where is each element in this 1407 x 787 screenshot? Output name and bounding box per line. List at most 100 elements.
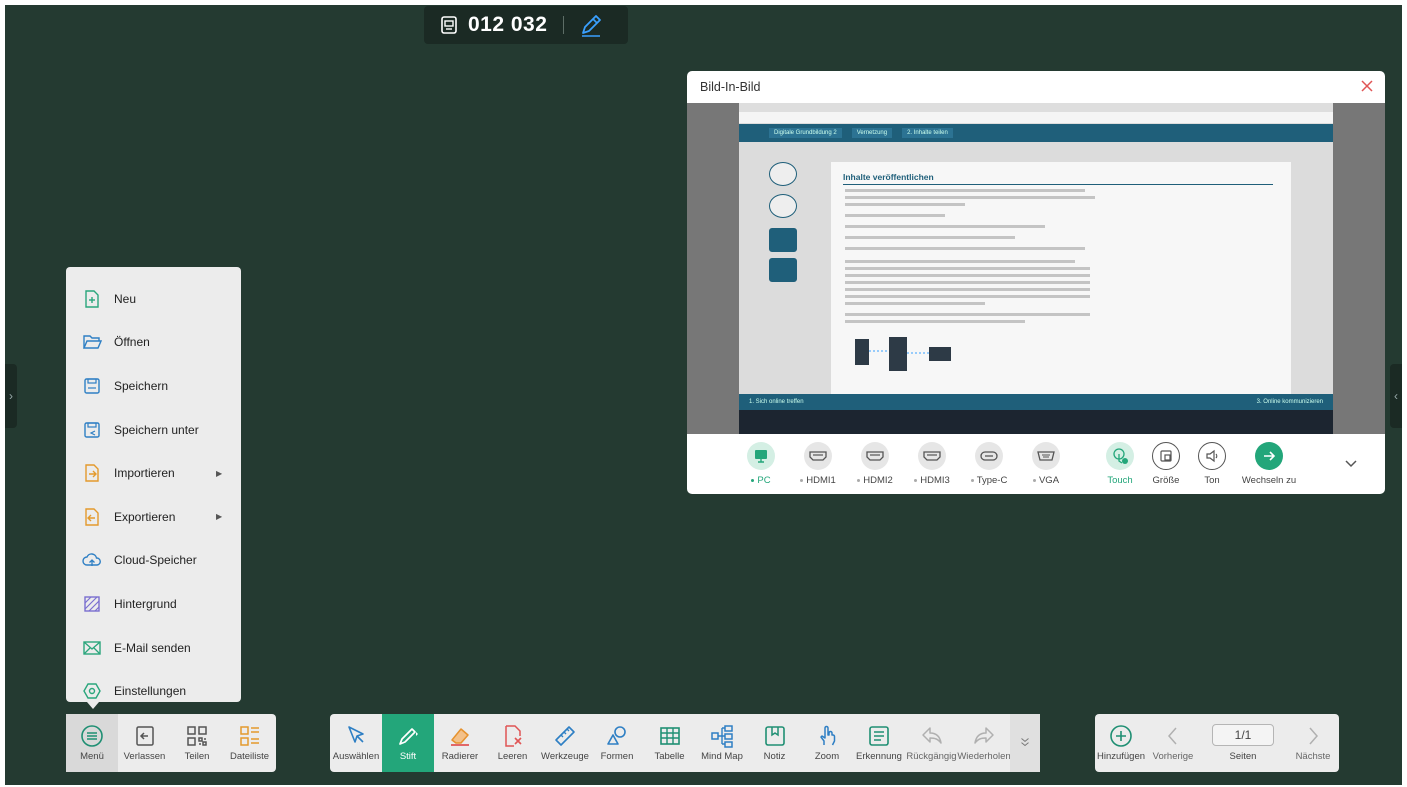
meeting-code-bar: 012 032 [424,6,628,44]
monitor-icon [755,450,767,463]
menu-item-background[interactable]: Hintergrund [66,582,241,626]
text-line [845,247,1085,250]
switch-button[interactable]: Wechseln zu [1236,442,1302,486]
text-line [845,236,1015,239]
undo-label: Rückgängig [906,751,957,762]
menu-item-open[interactable]: Öffnen [66,321,241,365]
source-pc[interactable]: PC [733,442,789,486]
text-line [845,295,1090,298]
pen-icon[interactable] [578,12,604,38]
zoom-label: Zoom [814,751,840,762]
left-edge-handle[interactable]: › [5,364,17,428]
mind-map-icon [711,725,733,748]
resize-icon [1160,450,1172,462]
menu-item-new[interactable]: Neu [66,277,241,321]
site-nav-item: 2. Inhalte teilen [902,128,953,138]
chevron-right-icon [1309,727,1318,745]
source-hdmi2[interactable]: HDMI2 [847,442,903,486]
cursor-icon [348,726,364,743]
text-line [845,189,1085,192]
menu-pointer [87,702,99,709]
main-menu: Neu Öffnen Speichern Speichern unter Imp… [66,267,241,702]
hdmi-icon [923,451,941,461]
site-nav-item: Digitale Grundbildung 2 [769,128,842,138]
source-type-c[interactable]: Type-C [961,442,1017,486]
zoom-button[interactable]: Zoom [801,714,853,772]
menu-button[interactable]: Menü [66,714,118,772]
undo-button[interactable]: Rückgängig [905,714,958,772]
next-page-label: Nächste [1295,751,1331,762]
usb-c-icon [980,451,998,461]
site-side-icon [769,228,797,252]
note-label: Notiz [763,751,786,762]
pages-button[interactable]: 1/1 Seiten [1199,714,1287,772]
site-content-card: Inhalte veröffentlichen [831,162,1291,394]
background-icon [84,596,100,612]
redo-button[interactable]: Wiederholen [957,714,1011,772]
table-label: Tabelle [654,751,685,762]
tools-button[interactable]: Werkzeuge [539,714,591,772]
file-list-button[interactable]: Dateiliste [223,714,276,772]
menu-item-email[interactable]: E-Mail senden [66,626,241,670]
text-line [845,196,1095,199]
hdmi-icon [866,451,884,461]
vga-icon [1037,451,1055,461]
save-icon [84,378,100,394]
menu-item-label: Speichern [114,378,169,393]
settings-icon [83,683,101,699]
add-page-button[interactable]: Hinzufügen [1095,714,1147,772]
close-icon[interactable] [1359,78,1375,94]
pen-icon [399,728,418,745]
sound-button[interactable]: Ton [1184,442,1240,486]
speaker-icon [1206,449,1218,463]
picture-in-picture-window[interactable]: Bild-In-Bild Digitale Grundbildung 2 Ver… [687,71,1385,494]
exit-icon [135,726,154,746]
save-as-icon [84,421,100,438]
clear-tool[interactable]: Leeren [486,714,539,772]
chevron-left-icon [1168,727,1177,745]
clear-label: Leeren [497,751,528,762]
source-label: HDMI1 [806,475,836,486]
menu-item-label: Öffnen [114,335,150,350]
select-tool[interactable]: Auswählen [330,714,382,772]
pages-label: Seiten [1229,751,1257,762]
source-label: PC [757,475,771,486]
shapes-button[interactable]: Formen [591,714,643,772]
previous-page-button[interactable]: Vorherige [1147,714,1199,772]
share-button[interactable]: Teilen [171,714,223,772]
text-line [845,313,1090,316]
chevron-double-down-icon [1021,737,1029,746]
cloud-icon [82,553,101,567]
next-page-button[interactable]: Nächste [1287,714,1339,772]
recognition-button[interactable]: Erkennung [853,714,905,772]
menu-item-export[interactable]: Exportieren ▶ [66,495,241,539]
right-edge-handle[interactable]: ‹ [1390,364,1402,428]
share-label: Teilen [184,751,210,762]
table-button[interactable]: Tabelle [643,714,696,772]
menu-item-save-as[interactable]: Speichern unter [66,408,241,452]
menu-item-cloud[interactable]: Cloud-Speicher [66,539,241,583]
taskbar [739,410,1333,434]
site-nav: Digitale Grundbildung 2 Vernetzung 2. In… [739,124,1333,142]
note-button[interactable]: Notiz [748,714,801,772]
source-hdmi1[interactable]: HDMI1 [790,442,846,486]
size-label: Größe [1152,475,1180,486]
browser-screenshot: Digitale Grundbildung 2 Vernetzung 2. In… [739,103,1333,434]
pip-screen-preview[interactable]: Digitale Grundbildung 2 Vernetzung 2. In… [687,103,1385,434]
file-list-label: Dateiliste [229,751,270,762]
menu-item-save[interactable]: Speichern [66,364,241,408]
leave-button[interactable]: Verlassen [118,714,171,772]
eraser-tool[interactable]: Radierer [434,714,486,772]
menu-item-label: Cloud-Speicher [114,553,197,568]
menu-icon [81,725,103,747]
source-label: Type-C [976,475,1008,486]
mindmap-button[interactable]: Mind Map [696,714,748,772]
pen-tool[interactable]: Stift [382,714,434,772]
expand-toolbar-button[interactable] [1010,714,1040,772]
menu-item-import[interactable]: Importieren ▶ [66,451,241,495]
source-vga[interactable]: VGA [1018,442,1074,486]
source-hdmi3[interactable]: HDMI3 [904,442,960,486]
chevron-down-icon[interactable] [1344,457,1358,471]
servers-illustration [855,337,951,371]
table-icon [659,727,680,745]
